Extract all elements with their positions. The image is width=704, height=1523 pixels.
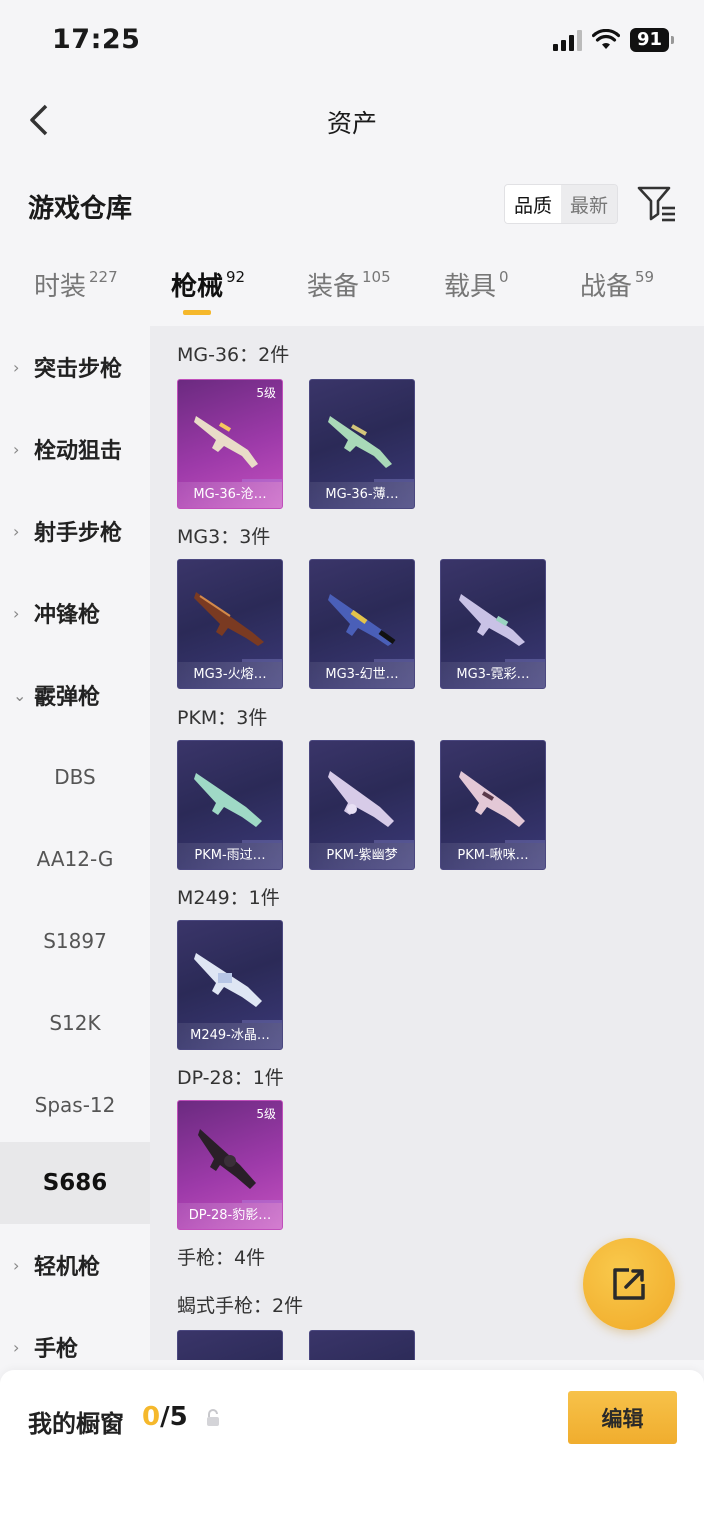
nav-bar: 资产 — [0, 86, 704, 152]
weapon-card[interactable]: MG-36-薄… — [309, 379, 415, 509]
sidebar-item-smg[interactable]: › 冲锋枪 — [0, 572, 150, 654]
sidebar-subitem-spas12[interactable]: Spas-12 — [0, 1064, 150, 1146]
section-title: 手枪：4件 — [177, 1247, 266, 1269]
edit-button[interactable]: 编辑 — [568, 1391, 677, 1444]
weapon-card[interactable]: M249-冰晶… — [177, 920, 283, 1050]
rifle-skin-image — [198, 1129, 256, 1189]
group-title: DP-28：1件 — [177, 1067, 284, 1089]
sidebar-subitem-s12k[interactable]: S12K — [0, 982, 150, 1064]
sidebar-subitem-aa12g[interactable]: AA12-G — [0, 818, 150, 900]
rifle-skin-image — [328, 594, 396, 646]
share-button[interactable] — [583, 1238, 675, 1330]
category-tabs: 时装 227 枪械 92 装备 105 载具 0 战备 59 — [0, 266, 704, 324]
status-icons: 91 — [552, 28, 674, 52]
group-title: 蝎式手枪：2件 — [177, 1295, 304, 1317]
battery-icon: 91 — [629, 28, 674, 52]
group-title: M249：1件 — [177, 887, 280, 909]
weapon-card[interactable] — [309, 1330, 415, 1360]
sidebar-subitem-dbs[interactable]: DBS — [0, 736, 150, 818]
weapon-name: PKM-紫幽梦 — [310, 843, 414, 869]
sidebar-item-shotgun[interactable]: ⌄ 霰弹枪 — [0, 654, 150, 736]
sidebar-item-marksman-rifle[interactable]: › 射手步枪 — [0, 490, 150, 572]
weapon-category-sidebar: › 突击步枪 › 栓动狙击 › 射手步枪 › 冲锋枪 ⌄ 霰弹枪 DBS AA12-G S… — [0, 326, 150, 1360]
weapon-card[interactable]: PKM-紫幽梦 — [309, 740, 415, 870]
battery-level: 91 — [629, 28, 669, 52]
tab-firearms[interactable]: 枪械 92 — [171, 266, 245, 315]
weapon-card[interactable]: PKM-啾咪… — [440, 740, 546, 870]
warehouse-title: 游戏仓库 — [28, 194, 133, 224]
weapon-name: MG-36-沧… — [178, 482, 282, 508]
group-title: MG3：3件 — [177, 526, 271, 548]
weapon-card[interactable]: 5级 DP-28-豹影… — [177, 1100, 283, 1230]
active-tab-indicator — [183, 310, 211, 315]
weapon-name: M249-冰晶… — [178, 1023, 282, 1049]
page-title: 资产 — [326, 109, 377, 138]
rifle-skin-image — [328, 416, 392, 468]
showcase-label: 我的橱窗 — [28, 1410, 124, 1438]
chevron-right-icon: › — [13, 1255, 20, 1275]
weapon-card[interactable]: MG3-霓彩… — [440, 559, 546, 689]
level-badge: 5级 — [256, 386, 276, 400]
level-badge: 5级 — [256, 1107, 276, 1121]
rifle-skin-image — [194, 953, 262, 1007]
chevron-right-icon: › — [13, 603, 20, 623]
showcase-count: 0/5 — [142, 1402, 188, 1432]
wifi-icon — [591, 29, 620, 49]
lock-icon — [207, 1409, 219, 1426]
tab-supplies[interactable]: 战备 59 — [580, 266, 654, 303]
sidebar-item-assault-rifle[interactable]: › 突击步枪 — [0, 326, 150, 408]
group-title: PKM：3件 — [177, 707, 268, 729]
weapon-name: MG3-幻世… — [310, 662, 414, 688]
sort-latest-button[interactable]: 最新 — [561, 185, 618, 223]
tab-fashion[interactable]: 时装 227 — [34, 266, 118, 303]
chevron-right-icon: › — [13, 357, 20, 377]
share-export-icon — [613, 1268, 645, 1300]
sort-toggle: 品质 最新 — [504, 184, 619, 224]
filter-icon[interactable] — [636, 184, 678, 224]
sidebar-subitem-s686[interactable]: S686 — [0, 1142, 150, 1224]
chevron-right-icon: › — [13, 439, 20, 459]
weapon-card[interactable]: PKM-雨过… — [177, 740, 283, 870]
weapon-list: MG-36：2件 5级 MG-36-沧… MG-36-薄… MG3：3件 MG3… — [150, 326, 704, 1360]
rifle-skin-image — [194, 416, 258, 468]
rifle-skin-image — [194, 773, 262, 827]
weapon-name: MG-36-薄… — [310, 482, 414, 508]
weapon-name: MG3-火熔… — [178, 662, 282, 688]
weapon-card[interactable]: MG3-幻世… — [309, 559, 415, 689]
weapon-card[interactable]: MG3-火熔… — [177, 559, 283, 689]
weapon-card[interactable] — [177, 1330, 283, 1360]
sidebar-subitem-s1897[interactable]: S1897 — [0, 900, 150, 982]
status-bar: 17:25 91 — [0, 0, 704, 80]
chevron-right-icon: › — [13, 1337, 20, 1357]
rifle-skin-image — [459, 771, 525, 827]
tab-equipment[interactable]: 装备 105 — [307, 266, 391, 303]
rifle-skin-image — [459, 594, 525, 646]
rifle-skin-image — [328, 771, 394, 827]
sidebar-item-lmg[interactable]: › 轻机枪 — [0, 1224, 150, 1306]
sort-quality-button[interactable]: 品质 — [505, 185, 562, 223]
sidebar-item-pistol[interactable]: › 手枪 — [0, 1306, 150, 1360]
cellular-signal-icon — [552, 29, 582, 51]
weapon-name: PKM-雨过… — [178, 843, 282, 869]
weapon-name: DP-28-豹影… — [178, 1203, 282, 1229]
rifle-skin-image — [194, 592, 264, 646]
status-time: 17:25 — [52, 24, 141, 55]
showcase-bar: 我的橱窗 0/5 编辑 — [0, 1370, 704, 1523]
chevron-down-icon: ⌄ — [13, 685, 27, 705]
weapon-card[interactable]: 5级 MG-36-沧… — [177, 379, 283, 509]
group-title: MG-36：2件 — [177, 344, 290, 366]
weapon-name: PKM-啾咪… — [441, 843, 545, 869]
sidebar-item-bolt-sniper[interactable]: › 栓动狙击 — [0, 408, 150, 490]
chevron-right-icon: › — [13, 521, 20, 541]
weapon-name: MG3-霓彩… — [441, 662, 545, 688]
tab-vehicles[interactable]: 载具 0 — [444, 266, 509, 303]
